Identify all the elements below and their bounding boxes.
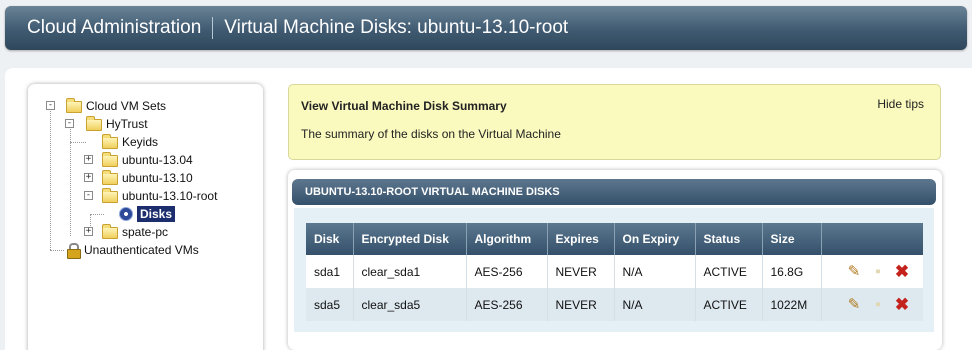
tips-title: View Virtual Machine Disk Summary (301, 99, 507, 113)
tree-item-keyids[interactable]: Keyids (102, 133, 158, 151)
expand-toggle-ubuntu-13-10[interactable]: + (84, 173, 93, 182)
folder-icon (66, 98, 82, 113)
cell-encrypted-disk: clear_sda5 (353, 288, 467, 321)
tips-text: The summary of the disks on the Virtual … (301, 127, 561, 141)
disks-panel-title: UBUNTU-13.10-ROOT VIRTUAL MACHINE DISKS (292, 179, 936, 205)
tree-item-disks[interactable]: Disks (119, 205, 176, 223)
disk-icon (119, 207, 133, 221)
column-header-disk[interactable]: Disk (306, 223, 354, 255)
folder-icon (86, 116, 102, 131)
folder-icon (102, 224, 118, 239)
cell-expires: NEVER (547, 288, 615, 321)
collapse-toggle-hytrust[interactable]: - (65, 119, 74, 128)
tree-item-label: Keyids (122, 135, 159, 149)
cell-status: ACTIVE (695, 255, 763, 288)
tree-item-spate-pc[interactable]: spate-pc (102, 223, 168, 241)
folder-icon (102, 152, 118, 167)
folder-icon (102, 188, 118, 203)
cell-disk: sda1 (306, 255, 354, 288)
cell-size: 1022M (762, 288, 822, 321)
delete-icon[interactable]: ✖ (894, 263, 911, 280)
column-header-algorithm[interactable]: Algorithm (466, 223, 548, 255)
cell-actions: ✎ ▪ ✖ (821, 255, 923, 288)
column-header-size[interactable]: Size (762, 223, 822, 255)
tree-item-hytrust[interactable]: HyTrust (86, 115, 148, 133)
column-header-on-expiry[interactable]: On Expiry (614, 223, 696, 255)
tree-item-label: ubuntu-13.04 (122, 153, 193, 167)
tips-panel: View Virtual Machine Disk Summary Hide t… (288, 84, 941, 160)
expand-toggle-spate-pc[interactable]: + (84, 227, 93, 236)
tree-item-ubuntu-13-04[interactable]: ubuntu-13.04 (102, 151, 193, 169)
tree-item-label: Cloud VM Sets (86, 99, 167, 113)
cell-encrypted-disk: clear_sda1 (353, 255, 467, 288)
tree-item-unauthenticated-vms[interactable]: Unauthenticated VMs (66, 241, 199, 259)
app-title: Cloud Administration (27, 17, 202, 38)
tree-item-label: ubuntu-13.10 (122, 171, 193, 185)
hide-tips-link[interactable]: Hide tips (877, 97, 924, 111)
cell-expires: NEVER (547, 255, 615, 288)
tree-item-ubuntu-13-10[interactable]: ubuntu-13.10 (102, 169, 193, 187)
tree-item-ubuntu-13-10-root[interactable]: ubuntu-13.10-root (102, 187, 217, 205)
tree-item-cloud-vm-sets[interactable]: Cloud VM Sets (66, 97, 166, 115)
collapse-toggle-ubuntu-13-10-root[interactable]: - (84, 191, 93, 200)
tree-item-label: Unauthenticated VMs (84, 243, 199, 257)
folder-icon (102, 170, 118, 185)
cell-algorithm: AES-256 (466, 255, 548, 288)
cell-status: ACTIVE (695, 288, 763, 321)
cell-on-expiry: N/A (614, 288, 696, 321)
cell-size: 16.8G (762, 255, 822, 288)
folder-icon (102, 134, 118, 149)
page-title: Virtual Machine Disks: ubuntu-13.10-root (224, 17, 569, 38)
unlock-icon[interactable]: ▪ (870, 263, 887, 280)
column-header-expires[interactable]: Expires (547, 223, 615, 255)
disks-table: Disk Encrypted Disk Algorithm Expires On… (306, 223, 923, 321)
expand-toggle-ubuntu-13-04[interactable]: + (84, 155, 93, 164)
column-header-actions (821, 223, 923, 255)
table-row: sda5 clear_sda5 AES-256 NEVER N/A ACTIVE… (306, 288, 923, 321)
lock-icon (66, 243, 81, 259)
collapse-toggle-cloud-vm-sets[interactable]: - (46, 101, 55, 110)
pencil-icon[interactable]: ✎ (846, 263, 863, 280)
app-header: Cloud Administration Virtual Machine Dis… (5, 6, 967, 50)
tree-item-label: ubuntu-13.10-root (122, 189, 218, 203)
disks-panel: UBUNTU-13.10-ROOT VIRTUAL MACHINE DISKS … (288, 170, 942, 350)
column-header-status[interactable]: Status (695, 223, 763, 255)
tree-panel: - Cloud VM Sets - HyTrust Keyids + ubunt… (28, 84, 263, 350)
cell-actions: ✎ ▪ ✖ (821, 288, 923, 321)
unlock-icon[interactable]: ▪ (870, 296, 887, 313)
table-row: sda1 clear_sda1 AES-256 NEVER N/A ACTIVE… (306, 255, 923, 288)
column-header-encrypted-disk[interactable]: Encrypted Disk (353, 223, 467, 255)
delete-icon[interactable]: ✖ (894, 296, 911, 313)
cell-algorithm: AES-256 (466, 288, 548, 321)
cell-on-expiry: N/A (614, 255, 696, 288)
cell-disk: sda5 (306, 288, 354, 321)
tree-item-label: Disks (137, 206, 176, 222)
tree-item-label: HyTrust (106, 117, 148, 131)
tree-item-label: spate-pc (122, 225, 169, 239)
disks-table-container: Disk Encrypted Disk Algorithm Expires On… (294, 208, 934, 332)
pencil-icon[interactable]: ✎ (846, 296, 863, 313)
